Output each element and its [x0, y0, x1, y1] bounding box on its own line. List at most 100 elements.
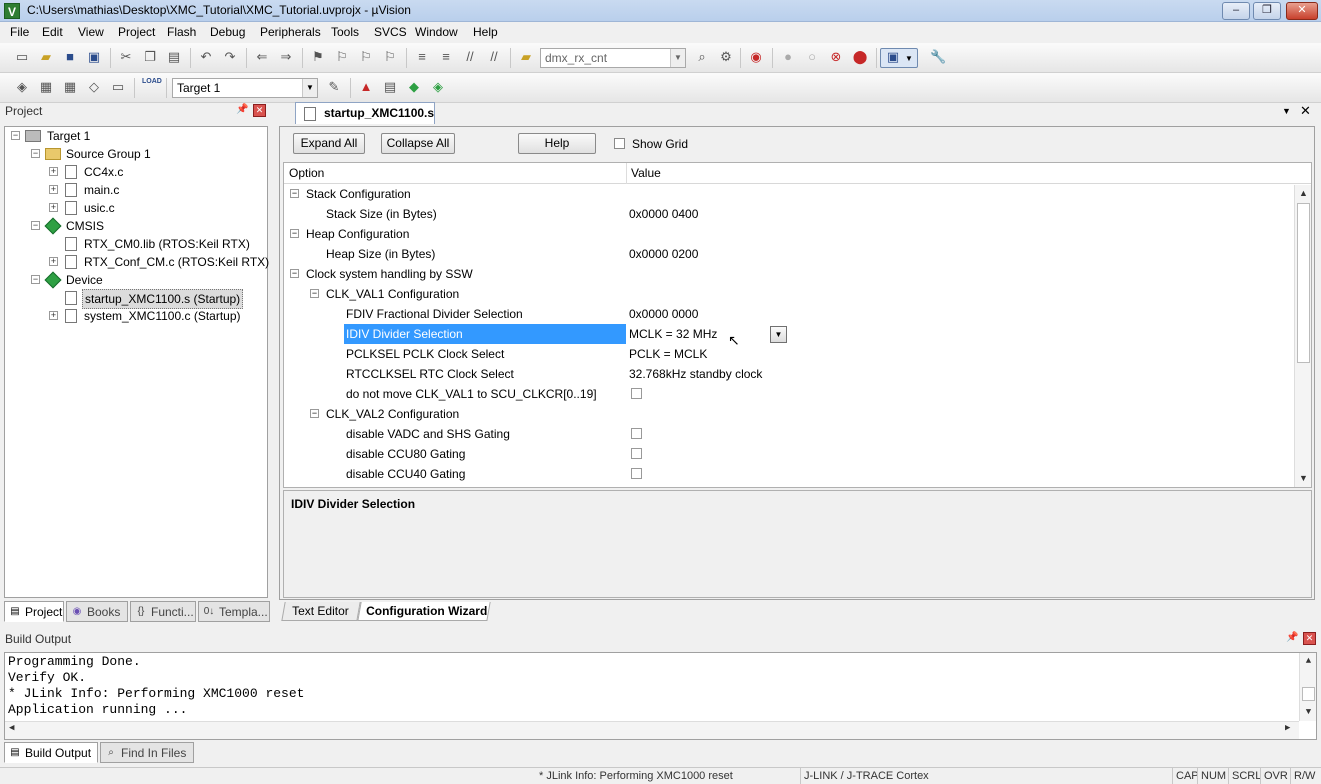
help-button[interactable]: Help	[518, 133, 596, 154]
grid-row-ccu40[interactable]: disable CCU40 Gating	[284, 464, 1294, 484]
grid-row-clkval2[interactable]: − CLK_VAL2 Configuration	[284, 404, 1294, 424]
grid-row-rtcclksel[interactable]: RTCCLKSEL RTC Clock Select 32.768kHz sta…	[284, 364, 1294, 384]
build-icon[interactable]: ▦	[38, 79, 54, 95]
grid-row-clock-config[interactable]: − Clock system handling by SSW	[284, 264, 1294, 284]
collapse-icon[interactable]: −	[290, 189, 299, 198]
nav-forward-icon[interactable]: ⇒	[278, 49, 294, 65]
prev-bookmark-icon[interactable]: ⚐	[334, 49, 350, 65]
copy-icon[interactable]: ❐	[142, 49, 158, 65]
tab-find-in-files[interactable]: ⌕ Find In Files	[100, 742, 194, 763]
grid-row-fdiv[interactable]: FDIV Fractional Divider Selection 0x0000…	[284, 304, 1294, 324]
tab-configuration-wizard[interactable]: Configuration Wizard	[357, 602, 491, 621]
next-bookmark-icon[interactable]: ⚐	[358, 49, 374, 65]
close-tab-icon[interactable]: ✕	[1300, 103, 1311, 119]
stop-build-icon[interactable]: ▭	[110, 79, 126, 95]
scroll-thumb[interactable]	[1302, 687, 1315, 701]
scroll-down-icon[interactable]: ▼	[1296, 471, 1311, 486]
scroll-right-icon[interactable]: ▶	[1285, 723, 1290, 733]
close-panel-icon[interactable]: ✕	[253, 104, 266, 117]
manage-multi-project-icon[interactable]: ▤	[382, 79, 398, 95]
debug-session-icon[interactable]: ◉	[748, 49, 764, 65]
expand-all-button[interactable]: Expand All	[293, 133, 365, 154]
clear-bookmarks-icon[interactable]: ⚐	[382, 49, 398, 65]
menu-flash[interactable]: Flash	[167, 25, 196, 39]
translate-icon[interactable]: ◈	[14, 79, 30, 95]
column-option-header[interactable]: Option	[289, 163, 324, 184]
save-icon[interactable]: ■	[62, 49, 78, 65]
grid-scrollbar[interactable]: ▲ ▼	[1294, 185, 1311, 487]
unindent-icon[interactable]: ≡	[438, 49, 454, 65]
disable-breakpoint-icon[interactable]: ○	[804, 49, 820, 65]
grid-row-heap-size[interactable]: Heap Size (in Bytes) 0x0000 0200	[284, 244, 1294, 264]
breakpoint-icon[interactable]: ●	[780, 49, 796, 65]
manage-rte-icon[interactable]: ◆	[406, 79, 422, 95]
ccu40-checkbox[interactable]	[631, 468, 642, 479]
rtcclksel-value[interactable]: 32.768kHz standby clock	[629, 364, 762, 384]
pin-icon[interactable]: 📌	[236, 104, 248, 115]
scroll-up-icon[interactable]: ▲	[1301, 654, 1316, 669]
close-panel-icon[interactable]: ✕	[1303, 632, 1316, 645]
incremental-find-icon[interactable]: ⚙	[718, 49, 734, 65]
new-file-icon[interactable]: ▭	[14, 49, 30, 65]
pack-installer-icon[interactable]: ◈	[430, 79, 446, 95]
kill-breakpoints-icon[interactable]: ⬤	[852, 49, 868, 65]
column-value-header[interactable]: Value	[631, 163, 661, 184]
menu-peripherals[interactable]: Peripherals	[260, 25, 321, 39]
fdiv-value[interactable]: 0x0000 0000	[629, 304, 698, 324]
disable-all-breakpoints-icon[interactable]: ⊗	[828, 49, 844, 65]
scroll-down-icon[interactable]: ▼	[1301, 705, 1316, 720]
tab-books[interactable]: ◉ Books	[66, 601, 128, 622]
collapse-icon[interactable]: −	[310, 409, 319, 418]
load-icon[interactable]: LOAD	[142, 78, 162, 98]
idiv-value[interactable]: MCLK = 32 MHz	[629, 324, 717, 344]
tab-functions[interactable]: {} Functi...	[130, 601, 196, 622]
grid-row-stack-size[interactable]: Stack Size (in Bytes) 0x0000 0400	[284, 204, 1294, 224]
minimize-button[interactable]: –	[1222, 2, 1250, 20]
maximize-button[interactable]: ❐	[1253, 2, 1281, 20]
bookmark-icon[interactable]: ⚑	[310, 49, 326, 65]
uncomment-icon[interactable]: //	[486, 49, 502, 65]
build-output-hscroll[interactable]: ◀ ▶	[5, 721, 1299, 739]
menu-file[interactable]: File	[10, 25, 29, 39]
show-grid-checkbox[interactable]	[614, 138, 625, 149]
find-icon[interactable]: ⌕	[694, 49, 710, 65]
pin-icon[interactable]: 📌	[1286, 632, 1298, 643]
menu-view[interactable]: View	[78, 25, 104, 39]
chevron-down-icon[interactable]: ▼	[670, 49, 685, 67]
tab-build-output[interactable]: ▤ Build Output	[4, 742, 98, 763]
menu-svcs[interactable]: SVCS	[374, 25, 407, 39]
cut-icon[interactable]: ✂	[118, 49, 134, 65]
nav-back-icon[interactable]: ⇐	[254, 49, 270, 65]
pclksel-value[interactable]: PCLK = MCLK	[629, 344, 707, 364]
save-all-icon[interactable]: ▣	[86, 49, 102, 65]
redo-icon[interactable]: ↷	[222, 49, 238, 65]
grid-row-vadc[interactable]: disable VADC and SHS Gating	[284, 424, 1294, 444]
editor-tab-startup[interactable]: startup_XMC1100.s	[295, 102, 435, 124]
tab-project[interactable]: ▤ Project	[4, 601, 64, 622]
rebuild-icon[interactable]: ▦	[62, 79, 78, 95]
menu-edit[interactable]: Edit	[42, 25, 63, 39]
grid-row-heap-config[interactable]: − Heap Configuration	[284, 224, 1294, 244]
nomove-checkbox[interactable]	[631, 388, 642, 399]
menu-help[interactable]: Help	[473, 25, 498, 39]
menu-debug[interactable]: Debug	[210, 25, 245, 39]
paste-icon[interactable]: ▤	[166, 49, 182, 65]
target-options-icon[interactable]: ✎	[326, 79, 342, 95]
grid-row-ccu80[interactable]: disable CCU80 Gating	[284, 444, 1294, 464]
vadc-checkbox[interactable]	[631, 428, 642, 439]
tab-list-chevron-icon[interactable]: ▼	[1282, 106, 1291, 116]
undo-icon[interactable]: ↶	[198, 49, 214, 65]
comment-icon[interactable]: //	[462, 49, 478, 65]
ccu80-checkbox[interactable]	[631, 448, 642, 459]
configure-icon[interactable]: 🔧	[930, 49, 946, 65]
collapse-icon[interactable]: −	[310, 289, 319, 298]
collapse-icon[interactable]: −	[290, 269, 299, 278]
grid-row-idiv-selected[interactable]: IDIV Divider Selection MCLK = 32 MHz ▼ ↖	[284, 324, 1294, 348]
grid-row-clkval1[interactable]: − CLK_VAL1 Configuration	[284, 284, 1294, 304]
stack-size-value[interactable]: 0x0000 0400	[629, 204, 698, 224]
manage-project-items-icon[interactable]: ▲	[358, 79, 374, 95]
menu-tools[interactable]: Tools	[331, 25, 359, 39]
find-combo[interactable]: dmx_rx_cnt ▼	[540, 48, 686, 68]
tab-templates[interactable]: 0↓ Templa...	[198, 601, 270, 622]
collapse-icon[interactable]: −	[290, 229, 299, 238]
